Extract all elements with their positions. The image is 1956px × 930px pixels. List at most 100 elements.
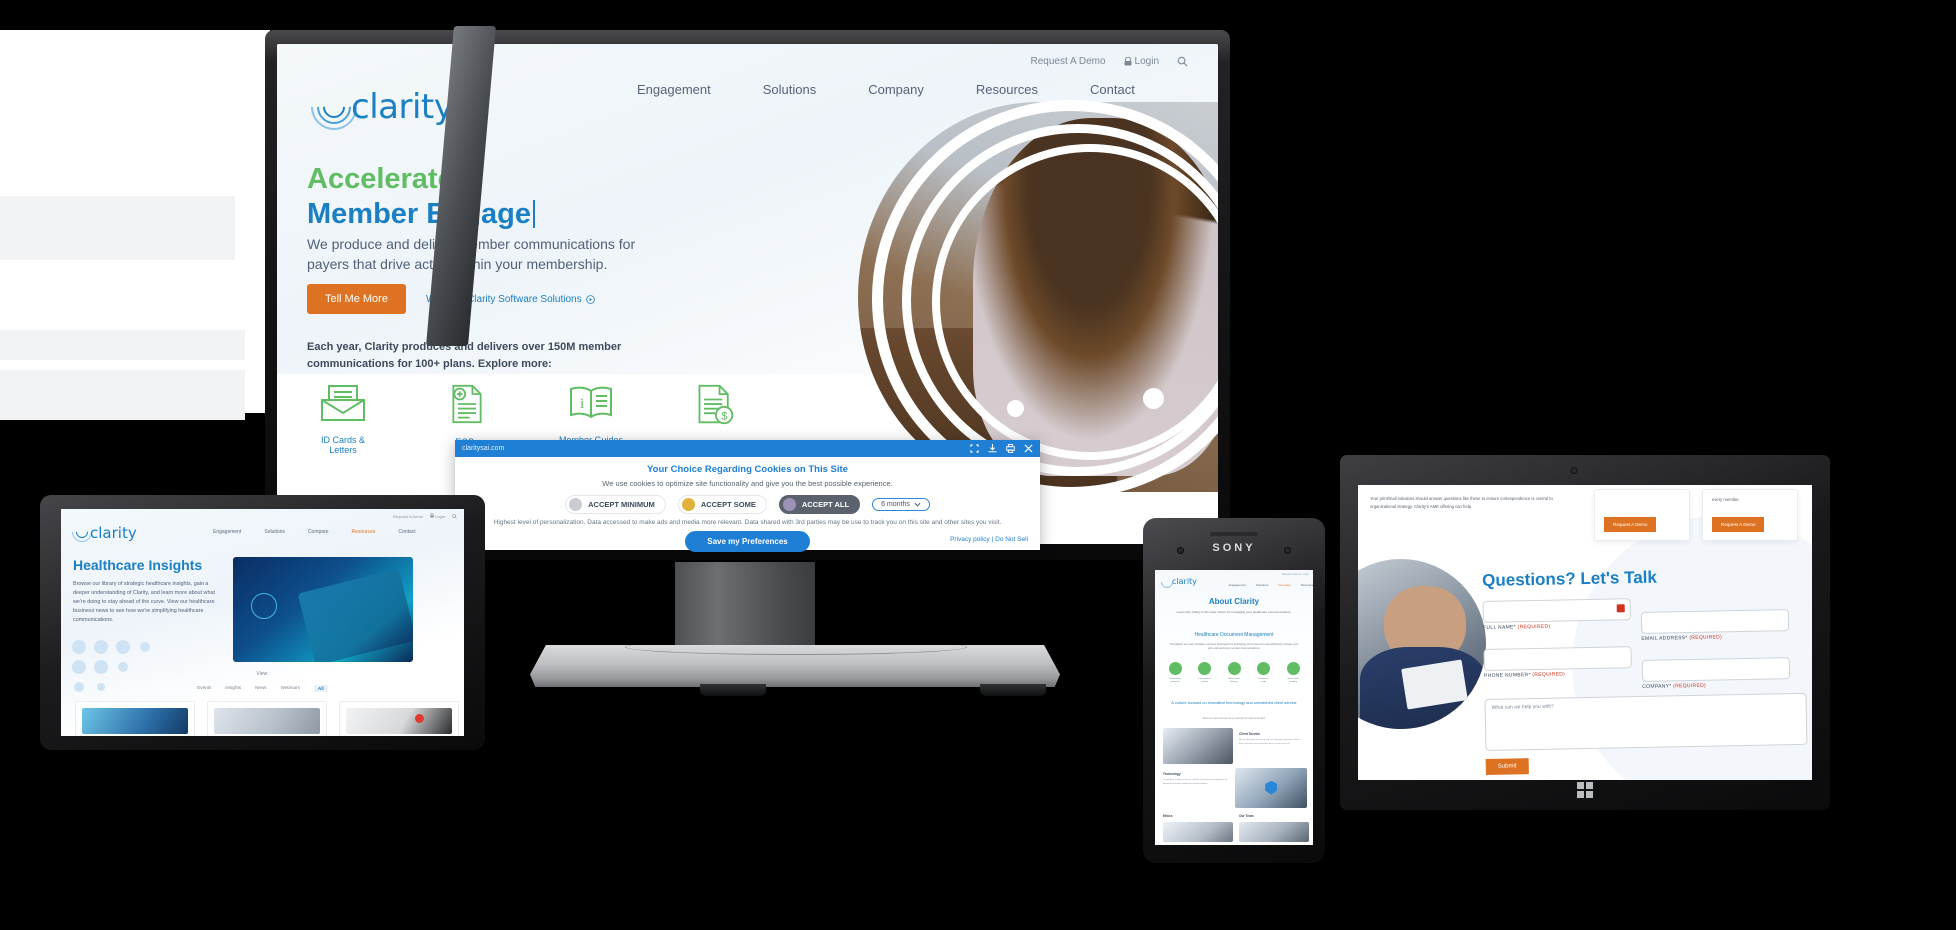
company-input[interactable] <box>1641 657 1791 682</box>
phone-culture-sub: Meet the team and how we're pushing the … <box>1202 717 1266 720</box>
tablet-card-image <box>346 708 452 734</box>
open-book-icon: i <box>570 386 612 419</box>
surface-card-tail-text: every member. <box>1712 497 1740 502</box>
lock-icon <box>430 513 434 518</box>
chevron-down-icon <box>914 502 921 507</box>
cookie-dialog-titlebar: claritysai.com <box>455 440 1040 457</box>
category-id-cards[interactable]: ID Cards & Letters <box>307 384 379 459</box>
hero-headline: Accelerate... Member Engage <box>307 162 535 232</box>
nav-item-engagement[interactable]: Engagement <box>637 82 711 97</box>
phone-feature-row: Streamlining production Personalized conte… <box>1163 662 1305 684</box>
request-demo-button[interactable]: Request A Demo <box>1712 517 1765 532</box>
footer-separator: | <box>991 536 994 543</box>
utility-request-demo[interactable]: Request A Demo <box>1030 56 1105 67</box>
tablet-hero-tablet-graphic <box>297 568 413 662</box>
email-input[interactable] <box>1640 609 1790 634</box>
ghost-shade-3 <box>0 370 245 420</box>
phone-logo[interactable]: clarity <box>1158 573 1207 591</box>
download-icon[interactable] <box>988 444 997 453</box>
phone-page: clarity Request A Demo Login Engagement … <box>1155 570 1313 845</box>
tablet-card[interactable]: Member Engagement Case Studies and Insig… <box>75 701 195 736</box>
tablet-filter-webinars[interactable]: Webinars <box>281 685 300 692</box>
nav-item-company[interactable]: Company <box>868 82 924 97</box>
tell-me-more-button[interactable]: Tell Me More <box>307 284 406 314</box>
company-label-text: COMPANY* <box>1642 683 1672 690</box>
tablet-logo-wordmark: clarity <box>90 524 137 542</box>
phone-block-title: Ethics <box>1163 814 1173 818</box>
clarity-logo[interactable]: clarity ® <box>301 74 467 140</box>
category-label: ID Cards & Letters <box>320 435 365 455</box>
nav-item-contact[interactable]: Contact <box>1090 82 1135 97</box>
cookie-option-accept-some[interactable]: ACCEPT SOME <box>677 495 767 514</box>
phone-block-title: Technology <box>1163 772 1181 776</box>
tablet-filter-label: View: <box>256 671 269 677</box>
phone-utility-nav[interactable]: Request A Demo Login <box>1282 573 1309 576</box>
surface-tablet-device: Your print/mail solutions should answer … <box>1340 455 1830 810</box>
cookie-consent-dialog[interactable]: claritysai.com Your Choice Regarding Coo… <box>455 440 1040 552</box>
do-not-sell-link[interactable]: Do Not Sell <box>995 536 1028 543</box>
accept-minimum-swatch <box>569 498 583 511</box>
tablet-card[interactable]: The Business Case for Member Engagement <box>339 701 459 736</box>
windows-logo-icon[interactable] <box>1577 782 1593 798</box>
message-textarea[interactable]: What can we help you with? <box>1484 692 1808 751</box>
tablet-card-list: Member Engagement Case Studies and Insig… <box>75 701 459 736</box>
tablet-filter-events[interactable]: Events <box>197 685 211 692</box>
search-icon[interactable] <box>452 513 457 519</box>
nav-item-resources[interactable]: Resources <box>976 82 1038 97</box>
search-icon[interactable] <box>1177 56 1188 67</box>
phone-nav-engagement[interactable]: Engagement <box>1229 583 1246 587</box>
cookie-dialog-title: Your Choice Regarding Cookies on This Si… <box>647 464 848 475</box>
tablet-utility-login-label: Login <box>435 514 445 519</box>
submit-button[interactable]: Submit <box>1485 758 1529 775</box>
phone-feature[interactable]: Streamlining production <box>1163 662 1187 684</box>
cookie-option-accept-minimum[interactable]: ACCEPT MINIMUM <box>565 495 666 514</box>
tablet-card[interactable]: Using Regulatory Communications To Drive… <box>207 701 327 736</box>
play-circle-icon <box>585 294 595 304</box>
phone-feature[interactable]: Compliance ready <box>1252 662 1276 684</box>
tablet-nav-solutions[interactable]: Solutions <box>264 529 285 535</box>
close-icon[interactable] <box>1024 444 1033 453</box>
tablet-filter-insights[interactable]: Insights <box>225 685 241 692</box>
document-dollar-icon: $ <box>698 384 734 425</box>
tablet-nav-contact[interactable]: Contact <box>398 529 415 535</box>
cookie-dialog-footer-links: Privacy policy | Do Not Sell <box>950 536 1028 543</box>
phone-nav-compare[interactable]: Compare <box>1278 583 1290 587</box>
monitor-foot-right <box>980 684 1046 696</box>
tablet-filter-news[interactable]: News <box>255 685 267 692</box>
save-preferences-button[interactable]: Save my Preferences <box>685 531 810 552</box>
field-email: EMAIL ADDRESS* (REQUIRED) <box>1640 609 1790 642</box>
monitor-neck <box>675 560 815 658</box>
print-icon[interactable] <box>1006 444 1015 453</box>
phone-feature[interactable]: Secure data handling <box>1281 662 1305 684</box>
privacy-policy-link[interactable]: Privacy policy <box>950 536 990 543</box>
tablet-utility-login[interactable]: Login <box>430 513 445 519</box>
phone-nav-resources[interactable]: Resources <box>1301 583 1313 587</box>
phone-block-title: Our Team <box>1239 814 1254 818</box>
request-demo-button[interactable]: Request A Demo <box>1604 517 1657 532</box>
cookie-duration-select[interactable]: 6 months <box>872 498 930 511</box>
phone-block-image <box>1239 822 1309 842</box>
tablet-nav-compare[interactable]: Compare <box>308 529 329 535</box>
expand-icon[interactable] <box>970 444 979 453</box>
phone-nav-solutions[interactable]: Solutions <box>1256 583 1268 587</box>
tablet-nav-resources[interactable]: Resources <box>352 529 376 535</box>
tablet-nav-engagement[interactable]: Engagement <box>213 529 241 535</box>
phone-feature[interactable]: Multichannel delivery <box>1222 662 1246 684</box>
full-name-input[interactable] <box>1482 598 1631 623</box>
medical-document-icon <box>452 384 482 424</box>
nav-item-solutions[interactable]: Solutions <box>763 82 816 97</box>
phone-feature[interactable]: Personalized content <box>1193 662 1217 684</box>
utility-login[interactable]: Login <box>1124 56 1159 67</box>
phone-page-subtitle: Learn why Clarity is the clear choice fo… <box>1176 610 1292 614</box>
phone-block-image <box>1163 728 1233 764</box>
full-name-label-text: FULL NAME* <box>1483 624 1516 631</box>
surface-promo-text: Your print/mail solutions should answer … <box>1370 496 1553 509</box>
tablet-logo[interactable]: clarity <box>67 517 141 547</box>
cookie-dialog-note: Highest level of personalization. Data a… <box>493 519 1002 526</box>
tablet-filter-tabs: Events Insights News Webinars All <box>61 685 464 692</box>
cookie-option-accept-all[interactable]: ACCEPT ALL <box>778 495 861 514</box>
tablet-filter-all[interactable]: All <box>313 685 328 692</box>
phone-input[interactable] <box>1483 646 1632 671</box>
phone-section-heading: Healthcare Document Management <box>1194 632 1274 638</box>
tablet-utility-request-demo[interactable]: Request A Demo <box>393 514 423 519</box>
